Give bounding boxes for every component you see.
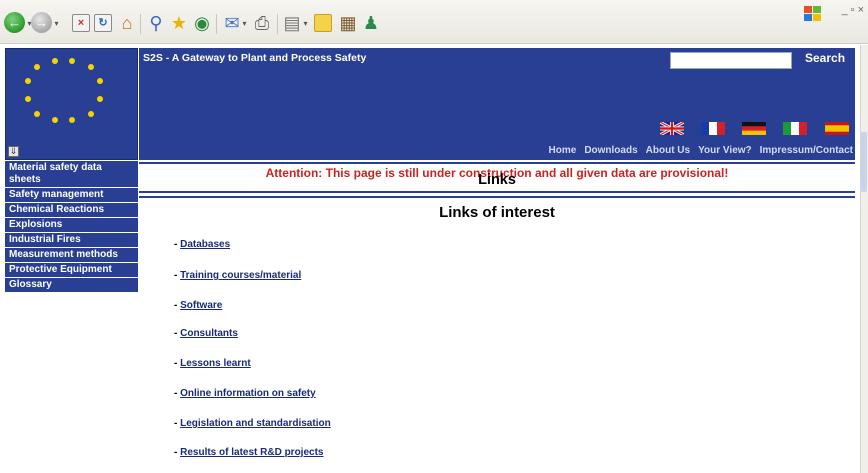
section-title: Links of interest — [439, 204, 555, 221]
flag-uk-icon[interactable] — [660, 122, 684, 135]
link-online-information[interactable]: Online information on safety — [180, 388, 316, 399]
back-icon[interactable]: ← — [4, 12, 25, 33]
link-item: - Legislation and standardisation — [174, 418, 331, 429]
divider — [139, 196, 855, 198]
logo-star — [97, 96, 103, 102]
logo-star — [88, 111, 94, 117]
link-item: - Databases — [174, 239, 231, 250]
sidebar-item-industrial-fires[interactable]: Industrial Fires — [5, 233, 138, 248]
mail-dropdown-icon[interactable]: ▾ — [241, 18, 248, 28]
link-item: - Software — [174, 300, 223, 311]
nav-downloads[interactable]: Downloads — [584, 145, 637, 156]
link-item: - Training courses/material — [174, 270, 302, 281]
stop-icon[interactable]: × — [72, 12, 90, 34]
favorites-icon[interactable]: ★ — [168, 12, 190, 34]
logo-star — [97, 78, 103, 84]
page-title: Links — [478, 172, 516, 188]
logo-star — [34, 111, 40, 117]
flag-spain-icon[interactable] — [825, 122, 849, 135]
nav-about-us[interactable]: About Us — [646, 145, 690, 156]
logo-star — [52, 117, 58, 123]
refresh-icon[interactable]: ↻ — [94, 12, 112, 34]
sidebar-item-glossary[interactable]: Glossary — [5, 278, 138, 293]
search-button[interactable]: Search — [805, 51, 845, 65]
logo-star — [88, 64, 94, 70]
search-icon[interactable]: ⚲ — [145, 12, 167, 34]
link-legislation[interactable]: Legislation and standardisation — [180, 418, 331, 429]
logo-star — [34, 64, 40, 70]
logo-star — [52, 58, 58, 64]
logo-star — [25, 78, 31, 84]
link-item: - Online information on safety — [174, 388, 316, 399]
edit-icon[interactable]: ▤ — [281, 12, 303, 34]
logo-star — [69, 58, 75, 64]
research-icon[interactable]: ▦ — [337, 12, 359, 34]
sidebar-item-material-safety-data-sheets[interactable]: Material safety data sheets — [5, 161, 138, 188]
main-navigation: Home Downloads About Us Your View? Impre… — [549, 145, 853, 156]
search-input[interactable] — [670, 52, 792, 69]
link-training-courses[interactable]: Training courses/material — [180, 270, 301, 281]
nav-impressum-contact[interactable]: Impressum/Contact — [760, 145, 853, 156]
windows-logo-icon — [804, 6, 822, 22]
link-lessons-learnt[interactable]: Lessons learnt — [180, 358, 251, 369]
forward-icon[interactable]: → — [31, 12, 52, 33]
link-consultants[interactable]: Consultants — [180, 328, 238, 339]
logo-star — [69, 117, 75, 123]
divider — [139, 162, 855, 164]
link-item: - Results of latest R&D projects — [174, 447, 324, 458]
nav-home[interactable]: Home — [549, 145, 577, 156]
window-controls[interactable]: _ ▫ × — [841, 4, 864, 16]
messenger-icon[interactable]: ♟ — [360, 12, 382, 34]
browser-toolbar: ← ▾ → ▾ × ↻ ⌂ ⚲ ★ ◉ ✉ ▾ ⎙ ▤ ▾ ▦ ♟ _ ▫ × — [0, 0, 868, 44]
sidebar-item-measurement-methods[interactable]: Measurement methods — [5, 248, 138, 263]
page-scrollbar[interactable] — [860, 45, 868, 473]
link-rd-projects[interactable]: Results of latest R&D projects — [180, 447, 323, 458]
discuss-icon[interactable] — [314, 12, 332, 34]
site-logo[interactable]: ⇓ — [5, 48, 138, 160]
print-icon[interactable]: ⎙ — [251, 12, 273, 34]
history-icon[interactable]: ◉ — [191, 12, 213, 34]
link-software[interactable]: Software — [180, 300, 222, 311]
mail-icon[interactable]: ✉ — [221, 12, 243, 34]
edit-dropdown-icon[interactable]: ▾ — [302, 18, 309, 28]
site-title: S2S - A Gateway to Plant and Process Saf… — [143, 52, 367, 64]
forward-dropdown-icon[interactable]: ▾ — [53, 18, 60, 28]
divider — [139, 191, 855, 193]
sidebar-item-safety-management[interactable]: Safety management — [5, 188, 138, 203]
logo-toggle-icon[interactable]: ⇓ — [8, 146, 19, 157]
site-header: S2S - A Gateway to Plant and Process Saf… — [139, 48, 855, 160]
flag-italy-icon[interactable] — [783, 122, 807, 135]
sidebar-menu: Material safety data sheets Safety manag… — [5, 161, 138, 293]
link-item: - Consultants — [174, 328, 238, 339]
sidebar-item-protective-equipment[interactable]: Protective Equipment — [5, 263, 138, 278]
nav-your-view[interactable]: Your View? — [698, 145, 752, 156]
flag-germany-icon[interactable] — [742, 122, 766, 135]
logo-star — [25, 96, 31, 102]
sidebar-item-explosions[interactable]: Explosions — [5, 218, 138, 233]
link-databases[interactable]: Databases — [180, 239, 230, 250]
home-icon[interactable]: ⌂ — [116, 12, 138, 34]
scrollbar-thumb[interactable] — [861, 132, 867, 192]
sidebar-item-chemical-reactions[interactable]: Chemical Reactions — [5, 203, 138, 218]
link-item: - Lessons learnt — [174, 358, 251, 369]
flag-france-icon[interactable] — [701, 122, 725, 135]
